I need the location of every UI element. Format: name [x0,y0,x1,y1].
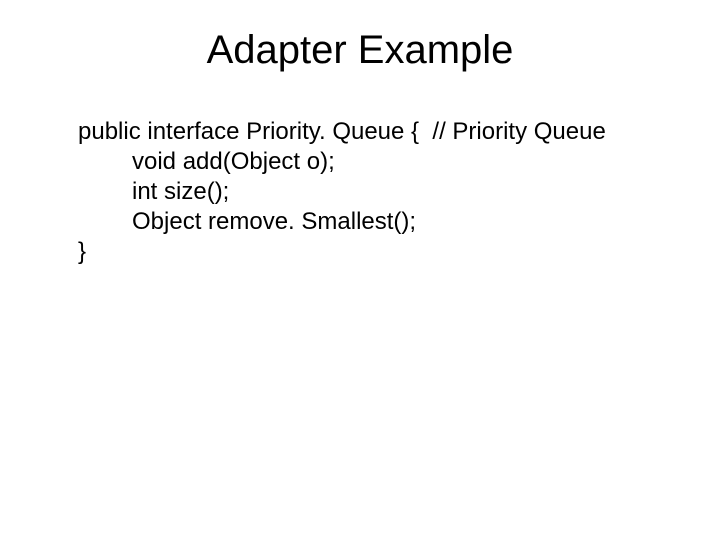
code-line-3: int size(); [78,177,720,207]
code-line-4: Object remove. Smallest(); [78,207,720,237]
code-line-1: public interface Priority. Queue { // Pr… [78,117,720,147]
code-block: public interface Priority. Queue { // Pr… [0,117,720,267]
slide-title: Adapter Example [0,28,720,73]
code-line-5: } [78,237,720,267]
code-line-2: void add(Object o); [78,147,720,177]
slide-container: Adapter Example public interface Priorit… [0,0,720,540]
